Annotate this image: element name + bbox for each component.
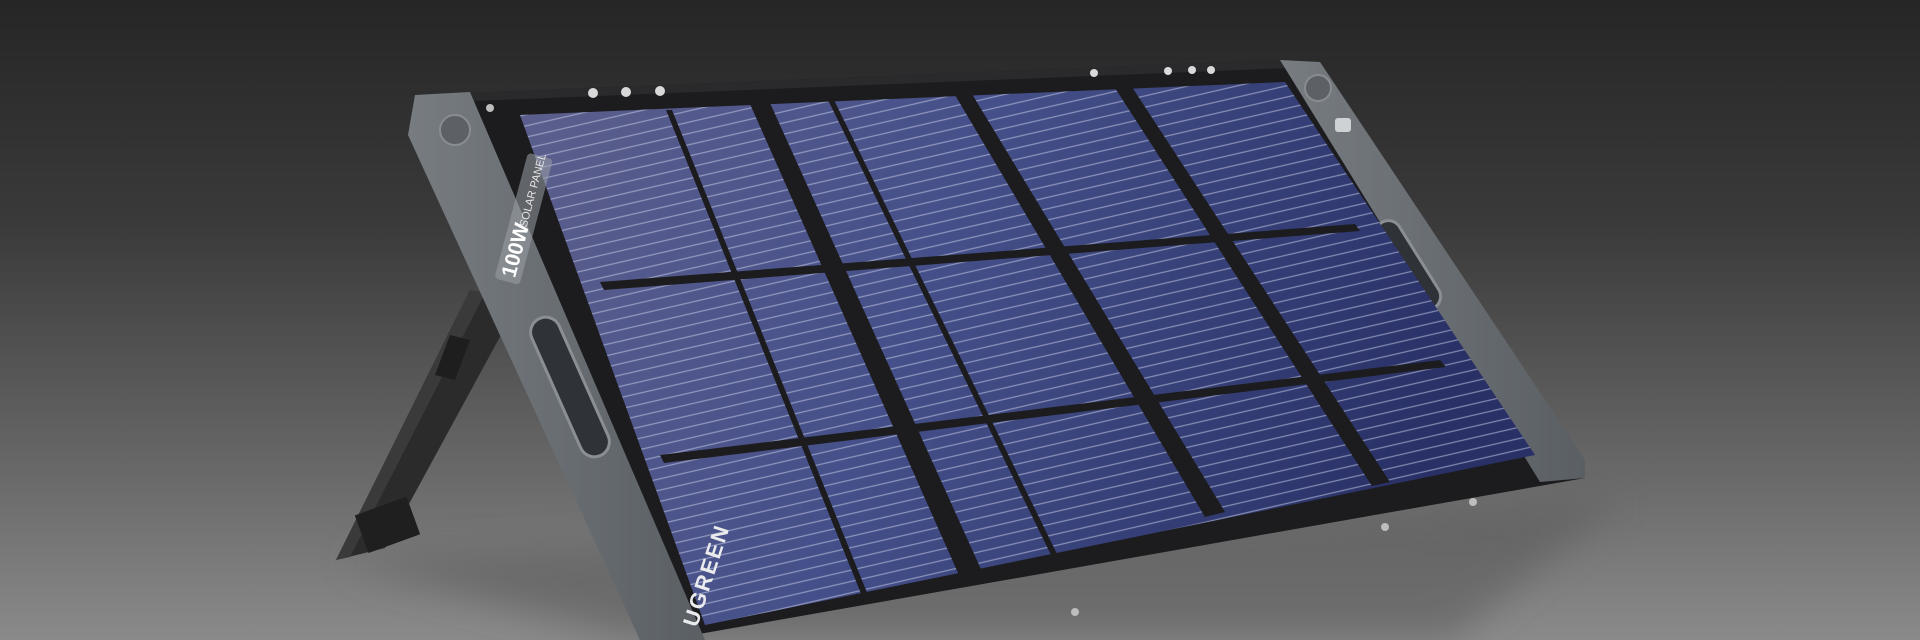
solar-panel-illustration: 100W SOLAR PANEL UGREEN	[336, 60, 1620, 640]
product-scene: 100W SOLAR PANEL UGREEN	[0, 0, 1920, 640]
kickstand	[336, 290, 520, 560]
port-icon	[1335, 118, 1351, 132]
mount-hole-icon	[439, 114, 471, 146]
mount-hole-icon	[1304, 74, 1332, 102]
